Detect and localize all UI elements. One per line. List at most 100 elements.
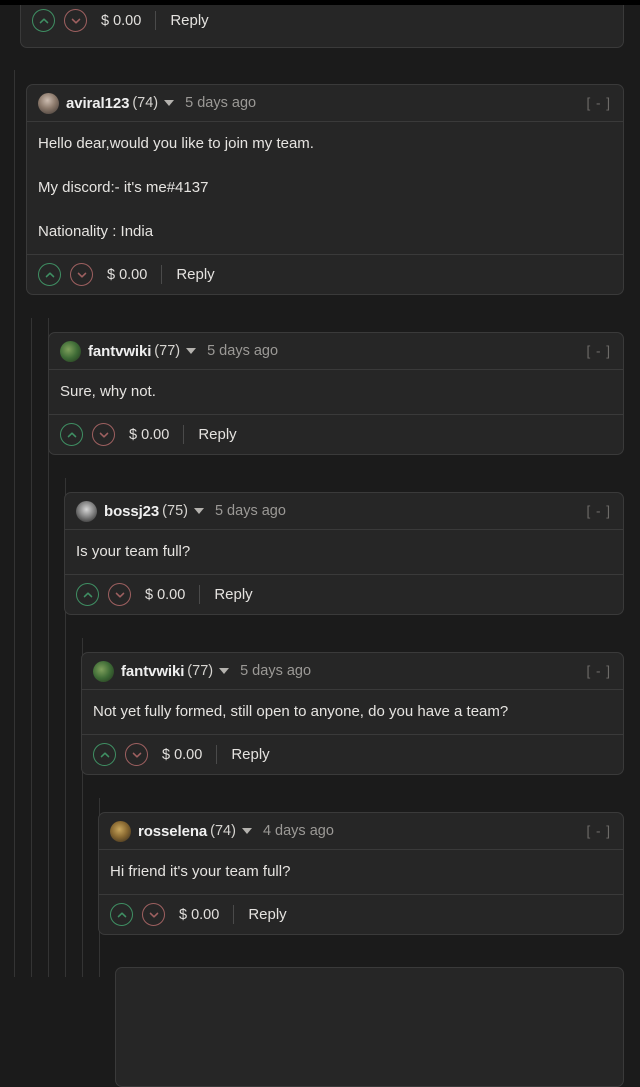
comment-actions: $ 0.00 Reply — [21, 1, 623, 40]
comment-paragraph: My discord:- it's me#4137 — [38, 179, 209, 196]
author-username[interactable]: aviral123 — [66, 95, 129, 112]
chevron-up-icon — [100, 751, 109, 757]
downvote-button[interactable] — [125, 743, 148, 766]
thread-rail-depth-2 — [31, 318, 32, 977]
comment-actions: $ 0.00 Reply — [99, 895, 623, 934]
comment-paragraph: Hello dear,would you like to join my tea… — [38, 135, 314, 152]
comment-body: Hi friend it's your team full? — [99, 850, 623, 895]
thread-rail-depth-1 — [14, 70, 15, 977]
upvote-button[interactable] — [60, 423, 83, 446]
avatar[interactable] — [38, 92, 59, 114]
reply-button[interactable]: Reply — [248, 906, 286, 923]
comment-timestamp: 5 days ago — [207, 343, 279, 359]
comment-thread-page: $ 0.00 Reply aviral123 (74) 5 days ago [… — [0, 0, 640, 1087]
comment-paragraph: Sure, why not. — [60, 383, 156, 400]
upvote-button[interactable] — [93, 743, 116, 766]
chevron-up-icon — [83, 591, 92, 597]
reply-button[interactable]: Reply — [231, 746, 269, 763]
author-reputation: (74) — [210, 823, 236, 839]
author-username[interactable]: fantvwiki — [88, 343, 151, 360]
author-reputation: (77) — [187, 663, 214, 679]
chevron-up-icon — [117, 911, 126, 917]
comment-body: Sure, why not. — [49, 370, 623, 415]
comment-timestamp: 5 days ago — [185, 95, 257, 111]
author-reputation: (74) — [132, 95, 159, 111]
author-reputation: (75) — [162, 503, 188, 519]
author-reputation: (77) — [154, 343, 181, 359]
downvote-button[interactable] — [64, 9, 87, 32]
collapse-toggle[interactable]: [ - ] — [587, 824, 612, 839]
caret-down-icon[interactable] — [241, 828, 252, 834]
chevron-up-icon — [67, 431, 76, 437]
comment-paragraph: Is your team full? — [76, 543, 191, 560]
comment-body: Is your team full? — [65, 530, 623, 575]
caret-down-icon[interactable] — [219, 668, 230, 674]
downvote-button[interactable] — [142, 903, 165, 926]
avatar[interactable] — [60, 340, 81, 362]
reply-button[interactable]: Reply — [214, 586, 252, 603]
comment-timestamp: 5 days ago — [214, 503, 286, 519]
avatar[interactable] — [110, 820, 131, 842]
chevron-down-icon — [71, 18, 80, 24]
action-divider — [216, 745, 218, 764]
comment-timestamp: 4 days ago — [262, 823, 334, 839]
comment-header: fantvwiki (77) 5 days ago [ - ] — [49, 333, 623, 370]
action-divider — [199, 585, 201, 604]
caret-down-icon[interactable] — [193, 508, 204, 514]
comment-header: fantvwiki (77) 5 days ago [ - ] — [82, 653, 623, 690]
comment-card-bossj23[interactable]: bossj23 (75) 5 days ago [ - ] Is your te… — [64, 492, 624, 615]
comment-actions: $ 0.00 Reply — [27, 255, 623, 294]
payout-amount: $ 0.00 — [129, 426, 170, 443]
collapse-toggle[interactable]: [ - ] — [587, 344, 612, 359]
chevron-down-icon — [99, 432, 108, 438]
author-username[interactable]: rosselena — [138, 823, 207, 840]
comment-body: Hello dear,would you like to join my tea… — [27, 122, 623, 255]
comment-card-fantvwiki-1[interactable]: fantvwiki (77) 5 days ago [ - ] Sure, wh… — [48, 332, 624, 455]
chevron-up-icon — [45, 271, 54, 277]
downvote-button[interactable] — [92, 423, 115, 446]
collapse-toggle[interactable]: [ - ] — [587, 664, 612, 679]
author-username[interactable]: fantvwiki — [121, 663, 184, 680]
collapse-toggle[interactable]: [ - ] — [587, 504, 612, 519]
comment-body: Not yet fully formed, still open to anyo… — [82, 690, 623, 735]
chevron-up-icon — [39, 17, 48, 23]
comment-paragraph: Nationality : India — [38, 223, 154, 240]
caret-down-icon[interactable] — [186, 348, 197, 354]
upvote-button[interactable] — [76, 583, 99, 606]
comment-header: rosselena (74) 4 days ago [ - ] — [99, 813, 623, 850]
comment-actions: $ 0.00 Reply — [49, 415, 623, 454]
payout-amount: $ 0.00 — [101, 12, 142, 29]
avatar[interactable] — [93, 660, 114, 682]
comment-paragraph: Hi friend it's your team full? — [110, 863, 291, 880]
comment-header: aviral123 (74) 5 days ago [ - ] — [27, 85, 623, 122]
reply-button[interactable]: Reply — [170, 12, 208, 29]
downvote-button[interactable] — [70, 263, 93, 286]
reply-button[interactable]: Reply — [198, 426, 236, 443]
comment-card-partial-top[interactable]: $ 0.00 Reply — [20, 0, 624, 48]
comment-actions: $ 0.00 Reply — [82, 735, 623, 774]
action-divider — [233, 905, 235, 924]
comment-card-partial-bottom[interactable] — [115, 967, 624, 1087]
chevron-down-icon — [115, 592, 124, 598]
upvote-button[interactable] — [110, 903, 133, 926]
comment-header: bossj23 (75) 5 days ago [ - ] — [65, 493, 623, 530]
action-divider — [161, 265, 163, 284]
payout-amount: $ 0.00 — [179, 906, 220, 923]
payout-amount: $ 0.00 — [162, 746, 203, 763]
status-bar — [0, 0, 640, 5]
action-divider — [183, 425, 185, 444]
comment-card-rosselena[interactable]: rosselena (74) 4 days ago [ - ] Hi frien… — [98, 812, 624, 935]
collapse-toggle[interactable]: [ - ] — [587, 96, 612, 111]
chevron-down-icon — [77, 272, 86, 278]
avatar[interactable] — [76, 500, 97, 522]
author-username[interactable]: bossj23 — [104, 503, 159, 520]
upvote-button[interactable] — [32, 9, 55, 32]
comment-card-fantvwiki-2[interactable]: fantvwiki (77) 5 days ago [ - ] Not yet … — [81, 652, 624, 775]
upvote-button[interactable] — [38, 263, 61, 286]
chevron-down-icon — [149, 912, 158, 918]
downvote-button[interactable] — [108, 583, 131, 606]
reply-button[interactable]: Reply — [176, 266, 214, 283]
payout-amount: $ 0.00 — [107, 266, 148, 283]
comment-card-aviral123[interactable]: aviral123 (74) 5 days ago [ - ] Hello de… — [26, 84, 624, 295]
caret-down-icon[interactable] — [164, 100, 175, 106]
